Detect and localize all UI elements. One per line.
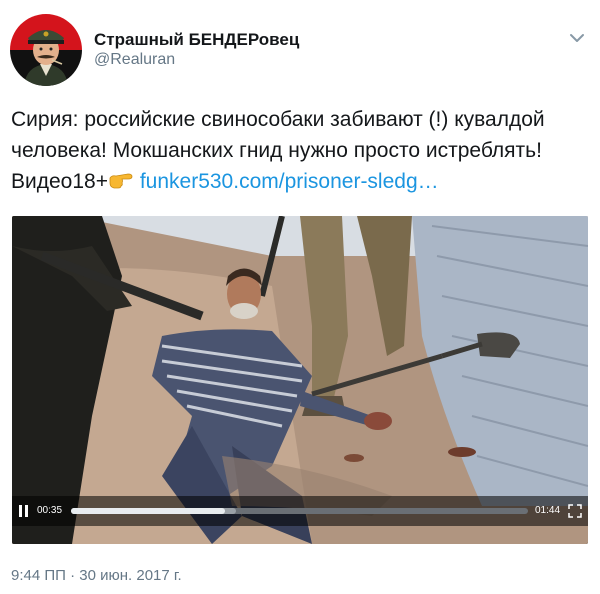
chevron-down-icon[interactable] [566, 30, 588, 46]
tweet-link[interactable]: funker530.com/prisoner-sledg… [140, 170, 439, 193]
tweet-text-prefix: Видео18+ [11, 170, 108, 193]
author-handle[interactable]: @Realuran [94, 51, 175, 69]
tweet-text-line: Сирия: российские свинособаки забивают (… [11, 108, 545, 131]
avatar-image [10, 14, 82, 86]
video-frame [12, 216, 588, 544]
pointing-right-hand-icon [108, 168, 134, 189]
fullscreen-icon[interactable] [568, 504, 582, 518]
video-progress-fill [71, 508, 225, 514]
video-controls: 00:35 01:44 [12, 496, 588, 526]
pause-icon[interactable] [18, 505, 30, 517]
author-name[interactable]: Страшный БЕНДЕРовец [94, 30, 299, 50]
video-progress-bar[interactable] [71, 508, 528, 514]
tweet-text-line: Видео18+ funker530.com/prisoner-sledg… [11, 166, 586, 197]
video-player[interactable] [12, 216, 588, 544]
avatar[interactable] [10, 14, 82, 86]
video-total-time: 01:44 [535, 505, 561, 516]
tweet-text-line: человека! Мокшанских гнид нужно просто и… [11, 139, 542, 162]
video-current-time: 00:35 [37, 505, 63, 516]
tweet-timestamp[interactable]: 9:44 ПП · 30 июн. 2017 г. [11, 567, 182, 584]
tweet-text: Сирия: российские свинособаки забивают (… [11, 104, 586, 197]
